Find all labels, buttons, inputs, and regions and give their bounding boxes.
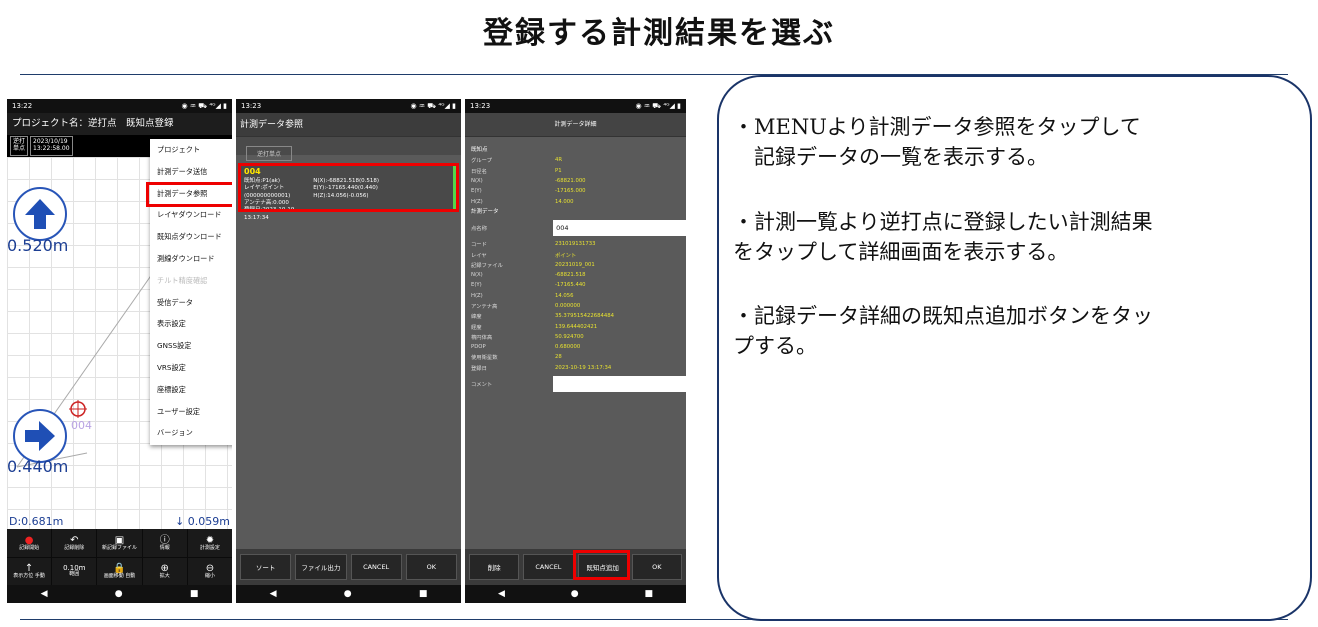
v-value: ↓ 0.059m [175,515,230,528]
zoom-out-button[interactable]: ⊖ 縮小 [187,557,232,585]
menu-item-display[interactable]: 表示設定 [150,313,232,335]
menu-item-received[interactable]: 受信データ [150,292,232,314]
delete-button[interactable]: 削除 [469,554,520,580]
phone-map-screen: 13:22 ◉ ♒ ⛟ ⁴ᴳ◢ ▮ プロジェクト名：逆打点 既知点登録 逆打 単点 … [7,99,232,603]
target-point-icon[interactable] [69,400,87,418]
nav-bar: ◀ ● ■ [465,585,686,603]
section-known-point: 既知点 [471,147,488,153]
datetime-box: 2023/10/19 13:22:58.00 [30,136,73,156]
sort-button[interactable]: ソート [240,554,292,580]
nav-bar: ◀ ● ■ [7,585,232,603]
pan-button[interactable]: 🔒 画面移動 自動 [97,557,142,585]
record-delete-button[interactable]: ↶ 記録削除 [52,529,97,557]
record-start-button[interactable]: ● 記録開始 [7,529,52,557]
step-3-text: ・記録データ詳細の既知点追加ボタンをタッ プする。 [733,304,1153,358]
status-bar: 13:22 ◉ ♒ ⛟ ⁴ᴳ◢ ▮ [7,99,232,113]
menu-item-known-dl[interactable]: 既知点ダウンロード [150,226,232,248]
detail-table: 既知点 グループ 4R 日径名 P1 N(X) -68821.000 E(Y) -171… [471,145,686,395]
home-icon[interactable]: ● [115,589,123,599]
tab-bar: 逆打単点 [236,137,461,161]
info-button[interactable]: ⓘ 情報 [142,529,187,557]
step-1-text: ・MENUより計測データ参照をタップして 記録データの一覧を表示する。 [733,115,1141,169]
nav-bar: ◀ ● ■ [236,585,461,603]
phone-data-detail-screen: 13:23 ◉ ♒ ⛟ ⁴ᴳ◢ ▮ 計測データ詳細 既知点 グループ 4R 日径名 P… [465,99,686,603]
point-label: 004 [71,419,92,432]
recent-icon[interactable]: ■ [419,589,428,599]
home-icon[interactable]: ● [571,589,579,599]
point-name-field[interactable]: 004 [553,220,686,237]
status-icons: ◉ ♒ ⛟ ⁴ᴳ◢ ▮ [181,102,227,110]
menu-item-project[interactable]: プロジェクト [150,139,232,161]
phone-data-list-screen: 13:23 ◉ ♒ ⛟ ⁴ᴳ◢ ▮ 計測データ参照 逆打単点 004 既知点:P1… [236,99,461,603]
d-value: D:0.681m [9,515,64,528]
back-icon[interactable]: ◀ [41,589,48,599]
menu-item-gnss[interactable]: GNSS設定 [150,335,232,357]
zoom-in-button[interactable]: ⊕ 拡大 [142,557,187,585]
direction-right-icon [13,409,67,463]
highlight-record [238,163,459,212]
distance-top: 0.520m [7,236,69,255]
menu-item-coord[interactable]: 座標設定 [150,379,232,401]
recent-icon[interactable]: ■ [645,589,654,599]
export-button[interactable]: ファイル出力 [295,554,347,580]
direction-up-icon [13,187,67,241]
tab-gyakuuchi[interactable]: 逆打単点 [246,146,293,161]
button-bar: ソート ファイル出力 CANCEL OK [236,549,461,585]
status-bar: 13:23 ◉ ♒ ⛟ ⁴ᴳ◢ ▮ [236,99,461,113]
menu-item-version[interactable]: バージョン [150,422,232,444]
cancel-button[interactable]: CANCEL [350,554,402,580]
heading-button[interactable]: ↑ 表示方位 手動 [7,557,52,585]
ok-button[interactable]: OK [631,554,682,580]
highlight-add-button [573,550,630,580]
menu-item-vrs[interactable]: VRS設定 [150,357,232,379]
back-icon[interactable]: ◀ [498,589,505,599]
range-button[interactable]: 0.10m 範囲 [52,557,97,585]
measure-settings-button[interactable]: ✹ 計測設定 [187,529,232,557]
slide-title: 登録する計測結果を選ぶ [483,16,835,51]
status-bar: 13:23 ◉ ♒ ⛟ ⁴ᴳ◢ ▮ [465,99,686,113]
highlight-menu [146,182,232,207]
menu-item-user[interactable]: ユーザー設定 [150,401,232,423]
cancel-button[interactable]: CANCEL [523,554,574,580]
step-2-text: ・計測一覧より逆打点に登録したい計測結果 をタップして詳細画面を表示する。 [733,210,1153,264]
section-measurement: 計測データ [471,208,499,215]
menu-item-layer-dl[interactable]: レイヤダウンロード [150,204,232,226]
menu-item-line-dl[interactable]: 測線ダウンロード [150,248,232,270]
mode-box[interactable]: 逆打 単点 [10,136,29,156]
recent-icon[interactable]: ■ [190,589,199,599]
comment-field[interactable] [553,375,686,392]
app-header: プロジェクト名：逆打点 既知点登録 [7,113,232,135]
new-file-button[interactable]: ▣ 新記録ファイル [97,529,142,557]
screen-title: 計測データ参照 [236,113,461,137]
ok-button[interactable]: OK [405,554,457,580]
back-icon[interactable]: ◀ [270,589,277,599]
bottom-toolbar: ● 記録開始 ↶ 記録削除 ▣ 新記録ファイル ⓘ 情報 ✹ 計測設定 ↑ 表示方位 手動 … [7,529,232,585]
home-icon[interactable]: ● [344,589,352,599]
menu-item-send[interactable]: 計測データ送信 [150,161,232,183]
menu-item-tilt: チルト精度確認 [157,275,208,285]
distance-bottom: 0.440m [7,457,69,476]
status-time: 13:22 [12,102,33,110]
screen-title: 計測データ詳細 [465,113,686,137]
